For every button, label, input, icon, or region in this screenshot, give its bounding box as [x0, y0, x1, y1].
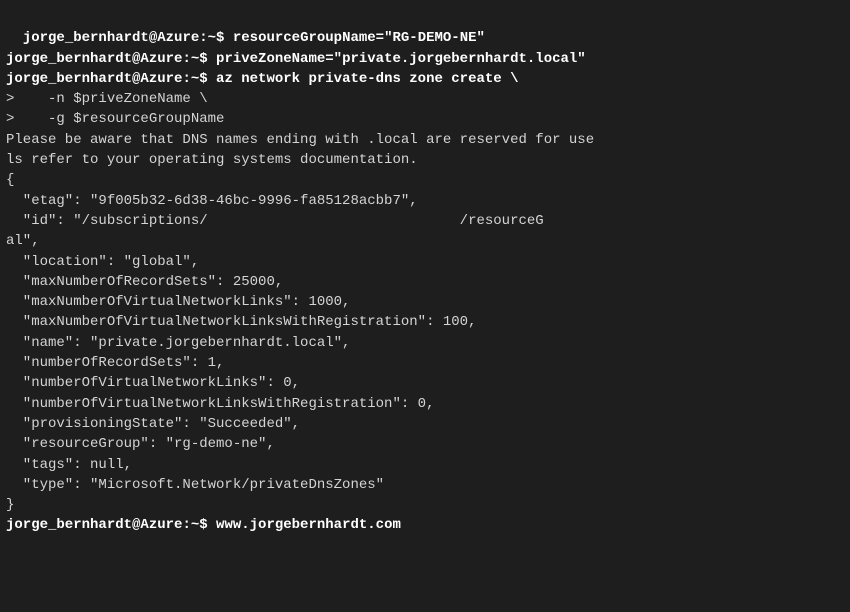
output-line-18: "type": "Microsoft.Network/privateDnsZon… [6, 477, 384, 493]
output-continuation-1: > -n $priveZoneName \ [6, 91, 208, 107]
output-line-15: "provisioningState": "Succeeded", [6, 416, 300, 432]
output-line-2: ls refer to your operating systems docum… [6, 152, 418, 168]
output-line-17: "tags": null, [6, 457, 132, 473]
terminal-content: jorge_bernhardt@Azure:~$ resourceGroupNa… [6, 30, 594, 533]
prompt-line-2: jorge_bernhardt@Azure:~$ priveZoneName="… [6, 51, 586, 67]
output-line-19: } [6, 497, 14, 513]
output-line-6: al", [6, 233, 40, 249]
output-line-10: "maxNumberOfVirtualNetworkLinksWithRegis… [6, 314, 476, 330]
output-line-7: "location": "global", [6, 254, 199, 270]
output-line-1: Please be aware that DNS names ending wi… [6, 132, 594, 148]
output-line-11: "name": "private.jorgebernhardt.local", [6, 335, 350, 351]
output-line-16: "resourceGroup": "rg-demo-ne", [6, 436, 275, 452]
output-continuation-2: > -g $resourceGroupName [6, 111, 224, 127]
output-line-3: { [6, 172, 14, 188]
prompt-line-last: jorge_bernhardt@Azure:~$ www.jorgebernha… [6, 517, 401, 533]
output-line-4: "etag": "9f005b32-6d38-46bc-9996-fa85128… [6, 193, 418, 209]
prompt-line-3: jorge_bernhardt@Azure:~$ az network priv… [6, 71, 519, 87]
terminal-window: jorge_bernhardt@Azure:~$ resourceGroupNa… [0, 0, 850, 564]
output-line-14: "numberOfVirtualNetworkLinksWithRegistra… [6, 396, 434, 412]
output-line-9: "maxNumberOfVirtualNetworkLinks": 1000, [6, 294, 350, 310]
output-line-13: "numberOfVirtualNetworkLinks": 0, [6, 375, 300, 391]
output-line-5: "id": "/subscriptions/ /resourceG [6, 213, 544, 229]
output-line-8: "maxNumberOfRecordSets": 25000, [6, 274, 283, 290]
output-line-12: "numberOfRecordSets": 1, [6, 355, 224, 371]
prompt-line-1: jorge_bernhardt@Azure:~$ resourceGroupNa… [23, 30, 485, 46]
